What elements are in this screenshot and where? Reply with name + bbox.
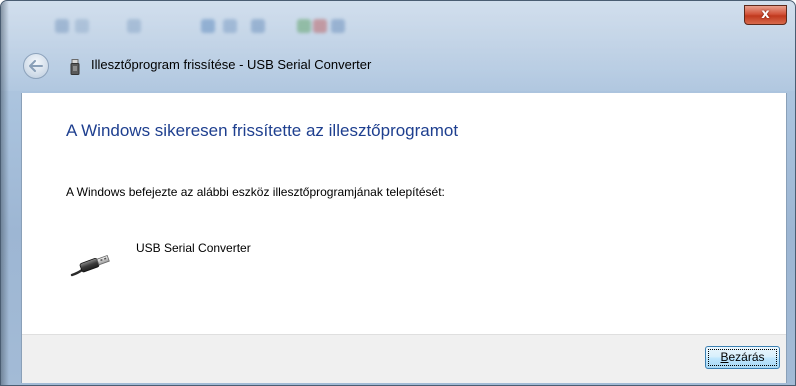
window-title: Illesztőprogram frissítése - USB Serial … xyxy=(91,57,372,72)
close-button-label: ezárás xyxy=(728,350,765,364)
device-name: USB Serial Converter xyxy=(136,241,251,255)
usb-device-icon xyxy=(70,59,80,75)
driver-update-window: x Illesztőprogram frissítése - USB Seria… xyxy=(0,0,796,386)
description-text: A Windows befejezte az alábbi eszköz ill… xyxy=(66,185,445,199)
background-window-toolbar xyxy=(51,11,411,41)
back-button[interactable] xyxy=(23,53,49,79)
dialog-footer: Bezárás xyxy=(22,334,786,383)
dialog-content: A Windows sikeresen frissítette az illes… xyxy=(21,93,787,383)
page-title: A Windows sikeresen frissítette az illes… xyxy=(66,121,459,140)
back-arrow-icon xyxy=(29,60,43,72)
close-dialog-button[interactable]: Bezárás xyxy=(705,346,780,369)
window-edge-shadow xyxy=(1,1,9,385)
window-close-button[interactable]: x xyxy=(744,5,787,25)
usb-plug-icon xyxy=(70,255,110,277)
close-icon: x xyxy=(761,7,770,22)
dialog-nav-row: Illesztőprogram frissítése - USB Serial … xyxy=(17,51,777,85)
